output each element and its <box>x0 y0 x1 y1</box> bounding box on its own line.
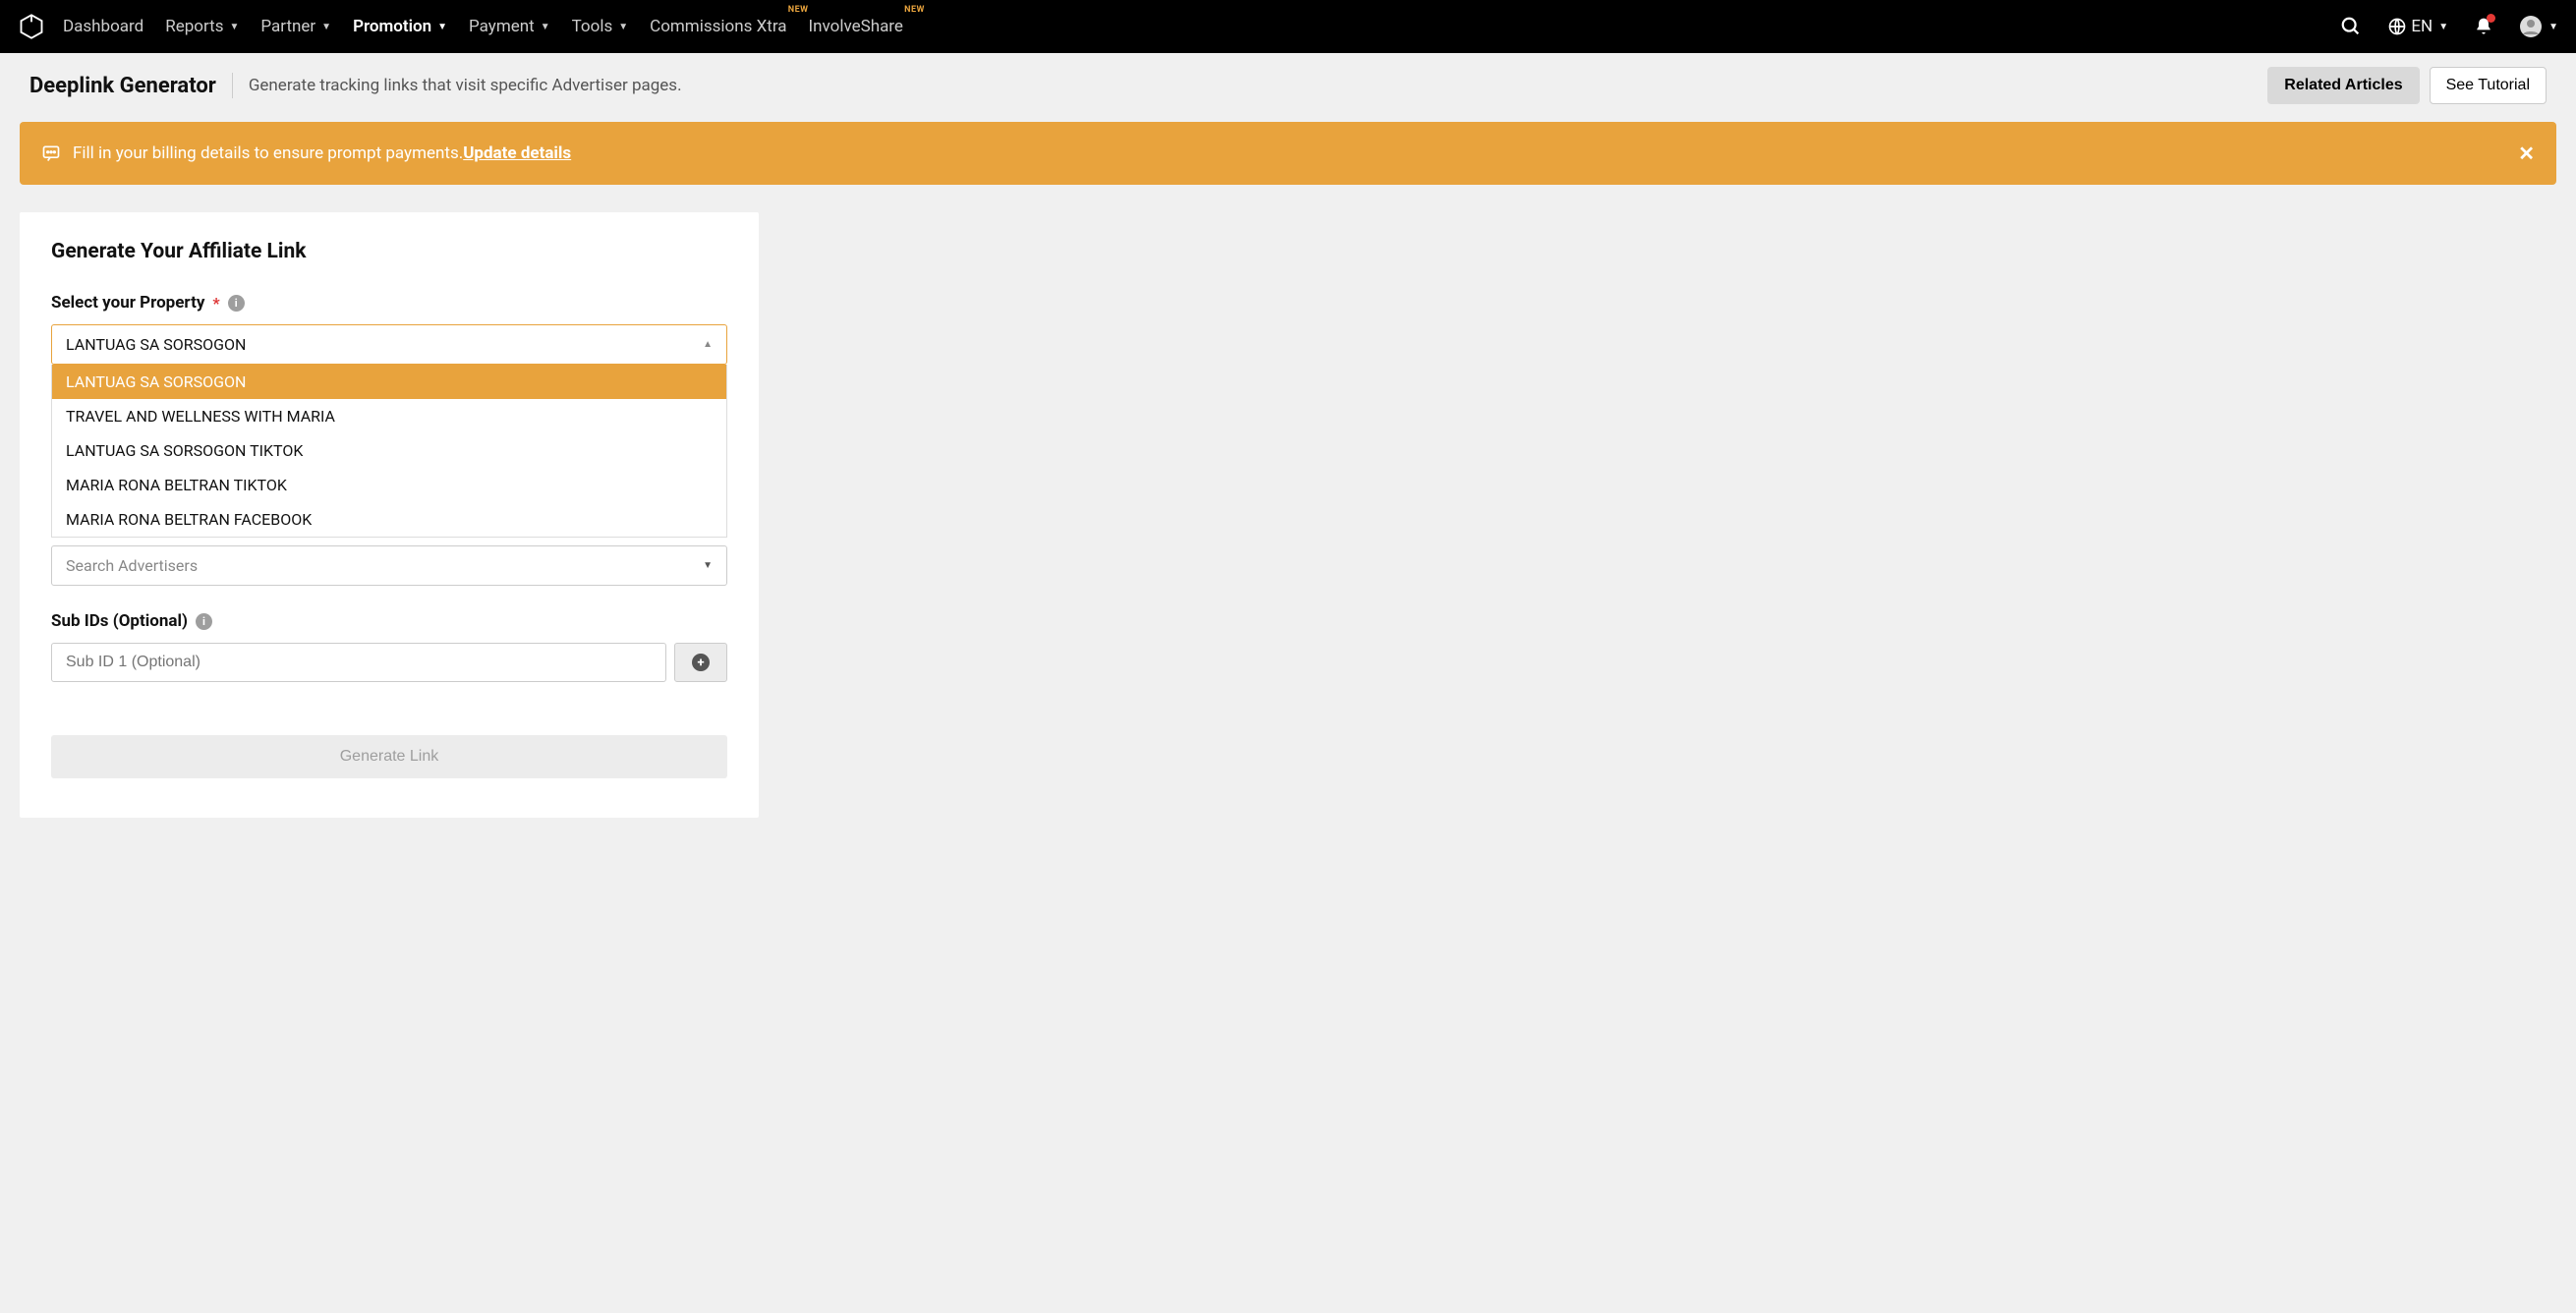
page-subtitle: Generate tracking links that visit speci… <box>249 76 2267 95</box>
caret-down-icon: ▼ <box>2438 22 2448 32</box>
billing-banner: Fill in your billing details to ensure p… <box>20 122 2556 185</box>
nav-item-reports[interactable]: Reports ▼ <box>165 17 239 36</box>
nav-item-label: Commissions Xtra <box>650 17 786 36</box>
banner-text: Fill in your billing details to ensure p… <box>73 143 463 163</box>
nav-item-label: Partner <box>260 17 315 36</box>
property-option[interactable]: MARIA RONA BELTRAN FACEBOOK <box>52 502 726 537</box>
notification-dot <box>2487 14 2495 23</box>
property-option[interactable]: LANTUAG SA SORSOGON <box>52 365 726 399</box>
related-articles-button[interactable]: Related Articles <box>2267 67 2419 104</box>
new-badge: NEW <box>904 5 925 15</box>
property-select[interactable]: LANTUAG SA SORSOGON ▲ <box>51 324 727 365</box>
see-tutorial-button[interactable]: See Tutorial <box>2430 67 2547 104</box>
subid-input[interactable] <box>51 643 666 682</box>
page-header: Deeplink Generator Generate tracking lin… <box>0 53 2576 122</box>
chat-icon <box>41 143 61 163</box>
advertiser-select[interactable]: Search Advertisers ▼ <box>51 545 727 586</box>
generate-link-card: Generate Your Affiliate Link Select your… <box>20 212 759 818</box>
add-subid-button[interactable]: + <box>674 643 727 682</box>
caret-down-icon: ▼ <box>437 22 447 32</box>
logo-icon[interactable] <box>18 13 45 40</box>
nav-items: DashboardReports▼Partner▼Promotion▼Payme… <box>63 17 2340 36</box>
bell-icon[interactable] <box>2474 16 2493 37</box>
generate-link-button[interactable]: Generate Link <box>51 735 727 778</box>
search-icon[interactable] <box>2340 16 2362 37</box>
nav-right: EN ▼ ▼ <box>2340 15 2558 38</box>
property-option[interactable]: MARIA RONA BELTRAN TIKTOK <box>52 468 726 502</box>
info-icon[interactable]: i <box>228 295 245 312</box>
property-select-head[interactable]: LANTUAG SA SORSOGON ▲ <box>52 325 726 364</box>
plus-icon: + <box>692 654 710 671</box>
caret-down-icon: ▼ <box>2548 22 2558 32</box>
divider <box>232 73 233 98</box>
advertiser-placeholder: Search Advertisers <box>66 556 198 575</box>
nav-item-involveshare[interactable]: InvolveShareNEW <box>809 17 903 36</box>
caret-down-icon: ▼ <box>541 22 550 32</box>
update-details-link[interactable]: Update details <box>463 143 571 163</box>
top-nav: DashboardReports▼Partner▼Promotion▼Payme… <box>0 0 2576 53</box>
subids-block: Sub IDs (Optional) i + <box>51 611 727 682</box>
language-selector[interactable]: EN ▼ <box>2387 17 2448 36</box>
caret-up-icon: ▲ <box>703 339 713 350</box>
nav-item-label: Payment <box>469 17 535 36</box>
caret-down-icon: ▼ <box>618 22 628 32</box>
nav-item-label: Reports <box>165 17 223 36</box>
property-dropdown-list: LANTUAG SA SORSOGONTRAVEL AND WELLNESS W… <box>51 365 727 538</box>
nav-item-partner[interactable]: Partner ▼ <box>260 17 331 36</box>
property-option[interactable]: LANTUAG SA SORSOGON TIKTOK <box>52 433 726 468</box>
close-icon[interactable]: ✕ <box>2518 142 2535 165</box>
nav-item-payment[interactable]: Payment ▼ <box>469 17 550 36</box>
account-menu[interactable]: ▼ <box>2519 15 2558 38</box>
language-label: EN <box>2411 17 2433 36</box>
card-heading: Generate Your Affiliate Link <box>51 240 727 263</box>
nav-item-label: Dashboard <box>63 17 143 36</box>
nav-item-label: InvolveShare <box>809 17 903 36</box>
property-option[interactable]: TRAVEL AND WELLNESS WITH MARIA <box>52 399 726 433</box>
nav-item-label: Promotion <box>353 17 431 36</box>
caret-down-icon: ▼ <box>229 22 239 32</box>
caret-down-icon: ▼ <box>703 560 713 571</box>
page-title: Deeplink Generator <box>29 74 216 98</box>
required-asterisk: * <box>212 294 219 313</box>
header-buttons: Related Articles See Tutorial <box>2267 67 2547 104</box>
subids-label: Sub IDs (Optional) <box>51 611 188 631</box>
info-icon[interactable]: i <box>196 613 212 630</box>
nav-item-tools[interactable]: Tools ▼ <box>572 17 629 36</box>
nav-item-promotion[interactable]: Promotion ▼ <box>353 17 447 36</box>
nav-item-commissions-xtra[interactable]: Commissions XtraNEW <box>650 17 786 36</box>
nav-item-label: Tools <box>572 17 613 36</box>
property-label: Select your Property <box>51 293 204 313</box>
property-block: Select your Property * i LANTUAG SA SORS… <box>51 293 727 586</box>
caret-down-icon: ▼ <box>321 22 331 32</box>
nav-item-dashboard[interactable]: Dashboard <box>63 17 143 36</box>
new-badge: NEW <box>788 5 809 15</box>
property-selected-value: LANTUAG SA SORSOGON <box>66 335 246 354</box>
